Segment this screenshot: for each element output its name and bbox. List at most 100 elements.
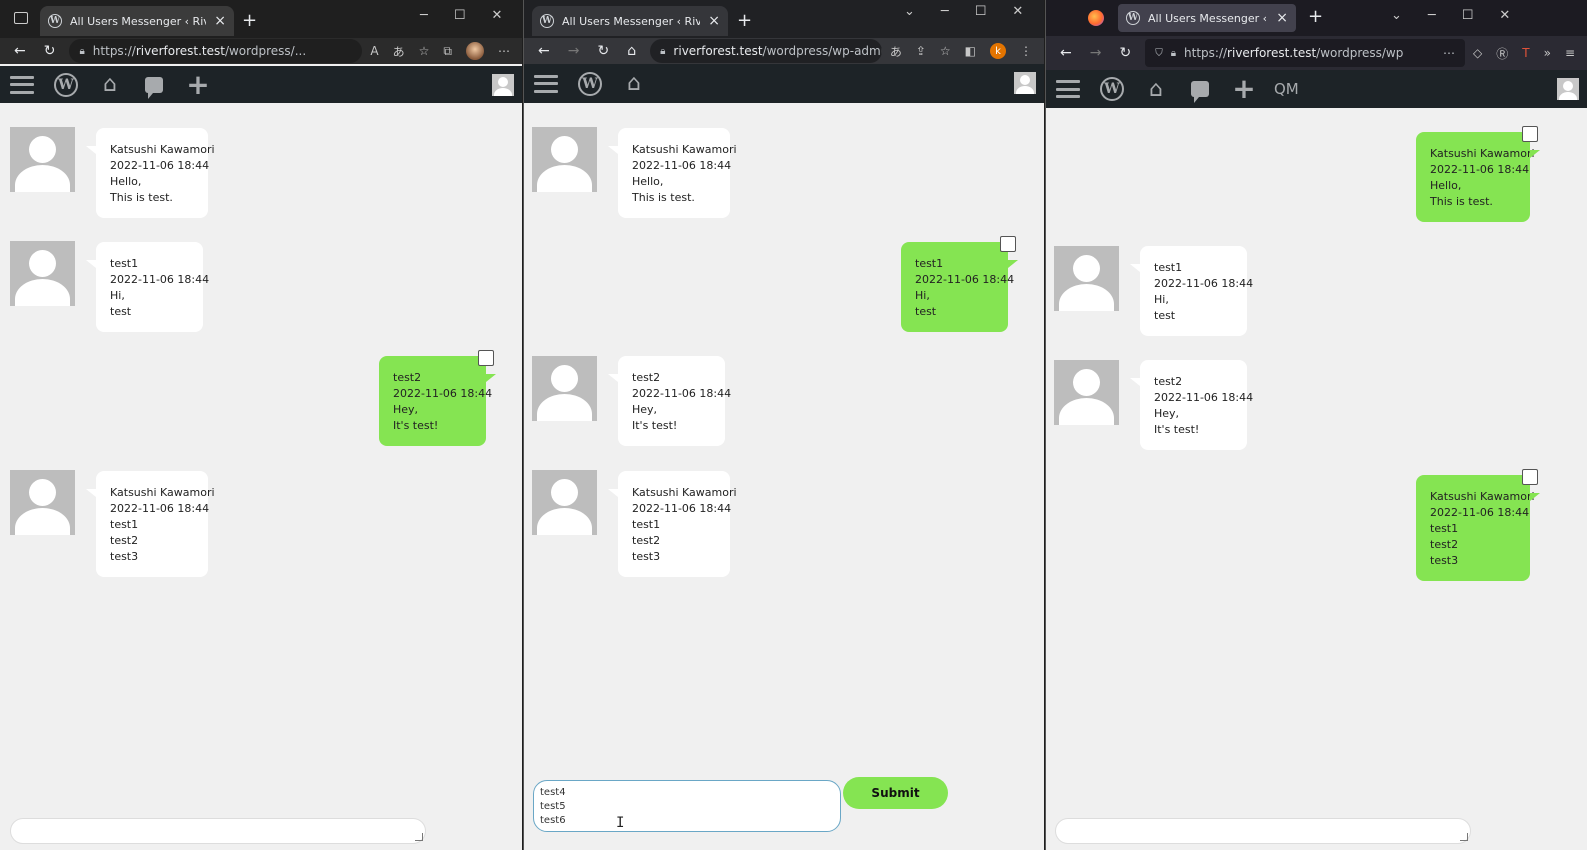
wp-logo-button[interactable]: W <box>44 66 88 103</box>
overflow-menu-icon[interactable]: » <box>1544 46 1551 60</box>
maximize-icon[interactable]: ☐ <box>975 4 987 19</box>
message-line: test3 <box>632 550 661 563</box>
new-tab-icon[interactable]: + <box>737 10 752 31</box>
window-controls: ⌄ ─ ☐ ✕ <box>1391 8 1510 23</box>
navigation-bar: ← ↻ 🔒︎ https://riverforest.test/wordpres… <box>0 38 522 64</box>
user-avatar-icon[interactable] <box>1014 72 1036 94</box>
message-line: test3 <box>110 550 139 563</box>
address-bar[interactable]: 🔒︎ riverforest.test/wordpress/wp-admin/a… <box>650 39 882 63</box>
back-icon[interactable]: ← <box>14 43 26 59</box>
message-line: test <box>1154 309 1176 322</box>
vertical-tabs-icon[interactable] <box>14 12 28 24</box>
close-window-icon[interactable]: ✕ <box>1012 4 1023 19</box>
minimize-icon[interactable]: ─ <box>1428 8 1436 23</box>
app-menu-icon[interactable]: ≡ <box>1565 46 1575 60</box>
tab-close-icon[interactable]: × <box>214 13 226 29</box>
close-window-icon[interactable]: ✕ <box>1499 8 1510 23</box>
side-panel-icon[interactable]: ◧ <box>965 44 976 58</box>
menu-toggle-button[interactable] <box>0 66 44 103</box>
lock-icon[interactable]: 🔒︎ <box>1171 48 1176 59</box>
reload-icon[interactable]: ↻ <box>597 43 609 59</box>
browser-tab[interactable]: W All Users Messenger ‹ Riverforest × <box>1118 4 1296 32</box>
extension-t-icon[interactable]: T <box>1522 46 1529 60</box>
profile-avatar[interactable]: k <box>990 43 1006 59</box>
lock-icon[interactable]: 🔒︎ <box>79 46 84 57</box>
back-icon[interactable]: ← <box>1060 45 1072 61</box>
reload-icon[interactable]: ↻ <box>44 43 56 59</box>
wp-logo-button[interactable]: W <box>1090 70 1134 108</box>
user-avatar-icon[interactable] <box>492 74 514 96</box>
message-author: Katsushi Kawamori <box>1430 147 1535 160</box>
maximize-icon[interactable]: ☐ <box>1462 8 1474 23</box>
resize-handle[interactable] <box>415 833 423 841</box>
read-aloud-icon[interactable]: A <box>370 44 378 58</box>
message-input[interactable] <box>10 818 426 844</box>
favorite-icon[interactable]: ☆ <box>419 44 430 58</box>
home-browser-icon[interactable]: ⌂ <box>627 43 636 59</box>
message-date: 2022-11-06 18:44 <box>1430 506 1530 519</box>
pocket-icon[interactable]: ◇ <box>1473 46 1482 60</box>
message-author: Katsushi Kawamori <box>110 143 215 156</box>
message-line: test <box>915 305 937 318</box>
new-tab-icon[interactable]: + <box>242 10 257 31</box>
share-icon[interactable]: ⇪ <box>916 44 926 58</box>
message-input[interactable] <box>533 780 841 832</box>
back-icon[interactable]: ← <box>538 43 550 59</box>
url-path: /wordpress/... <box>224 44 307 58</box>
menu-toggle-button[interactable] <box>524 64 568 103</box>
tab-close-icon[interactable]: × <box>708 13 720 29</box>
list-tabs-icon[interactable]: ⌄ <box>1391 8 1402 23</box>
new-content-button[interactable]: + <box>176 66 220 103</box>
more-menu-icon[interactable]: ⋮ <box>1020 44 1032 58</box>
new-tab-icon[interactable]: + <box>1308 6 1323 27</box>
select-message-checkbox[interactable] <box>478 350 494 366</box>
translate-icon[interactable]: あ <box>393 43 405 60</box>
forward-icon[interactable]: → <box>568 43 580 59</box>
menu-toggle-button[interactable] <box>1046 70 1090 108</box>
message-line: This is test. <box>110 191 173 204</box>
minimize-icon[interactable]: ─ <box>420 8 428 23</box>
comments-button[interactable] <box>132 66 176 103</box>
submit-button[interactable]: Submit <box>843 777 948 809</box>
address-bar[interactable]: ⛉ 🔒︎ https://riverforest.test/wordpress/… <box>1145 39 1465 67</box>
tab-strip: W All Users Messenger ‹ Riverforest × + … <box>0 0 522 38</box>
page-actions-icon[interactable]: ⋯ <box>1443 46 1455 60</box>
extension-r-icon[interactable]: Ⓡ <box>1496 45 1508 62</box>
forward-icon[interactable]: → <box>1090 45 1102 61</box>
browser-tab[interactable]: W All Users Messenger ‹ Riverforest × <box>40 6 234 36</box>
browser-window-chrome: W All Users Messenger ‹ Riverforest × + … <box>523 0 1044 850</box>
minimize-icon[interactable]: ─ <box>941 4 949 19</box>
more-menu-icon[interactable]: ⋯ <box>498 44 510 58</box>
bookmark-star-icon[interactable]: ☆ <box>940 44 951 58</box>
user-avatar-icon[interactable] <box>1557 78 1579 100</box>
new-content-button[interactable]: + <box>1222 70 1266 108</box>
browser-tab[interactable]: W All Users Messenger ‹ Riverforest × <box>532 6 728 36</box>
comments-button[interactable] <box>1178 70 1222 108</box>
maximize-icon[interactable]: ☐ <box>454 8 466 23</box>
resize-handle[interactable] <box>1460 833 1468 841</box>
address-bar[interactable]: 🔒︎ https://riverforest.test/wordpress/..… <box>69 39 363 63</box>
message-bubble: test2 2022-11-06 18:44 Hey, It's test! <box>379 350 496 446</box>
select-message-checkbox[interactable] <box>1000 236 1016 252</box>
query-monitor-menu[interactable]: QM <box>1266 80 1299 98</box>
wp-logo-button[interactable]: W <box>568 64 612 103</box>
select-message-checkbox[interactable] <box>1522 126 1538 142</box>
site-home-button[interactable]: ⌂ <box>612 64 656 103</box>
collections-icon[interactable]: ⧉ <box>443 44 452 59</box>
tab-close-icon[interactable]: × <box>1276 10 1288 26</box>
translate-icon[interactable]: あ <box>890 43 902 60</box>
lock-icon[interactable]: 🔒︎ <box>660 46 665 57</box>
site-home-button[interactable]: ⌂ <box>88 66 132 103</box>
close-window-icon[interactable]: ✕ <box>491 8 502 23</box>
avatar <box>10 127 75 192</box>
firefox-view-icon[interactable] <box>1088 10 1104 26</box>
url-host: riverforest.test <box>1227 46 1317 60</box>
tab-search-icon[interactable]: ⌄ <box>904 4 915 19</box>
reload-icon[interactable]: ↻ <box>1119 45 1131 61</box>
select-message-checkbox[interactable] <box>1522 469 1538 485</box>
profile-avatar[interactable] <box>466 42 484 60</box>
site-home-button[interactable]: ⌂ <box>1134 70 1178 108</box>
shield-icon[interactable]: ⛉ <box>1155 48 1163 59</box>
message-author: test1 <box>110 257 139 270</box>
message-input[interactable] <box>1055 818 1471 844</box>
